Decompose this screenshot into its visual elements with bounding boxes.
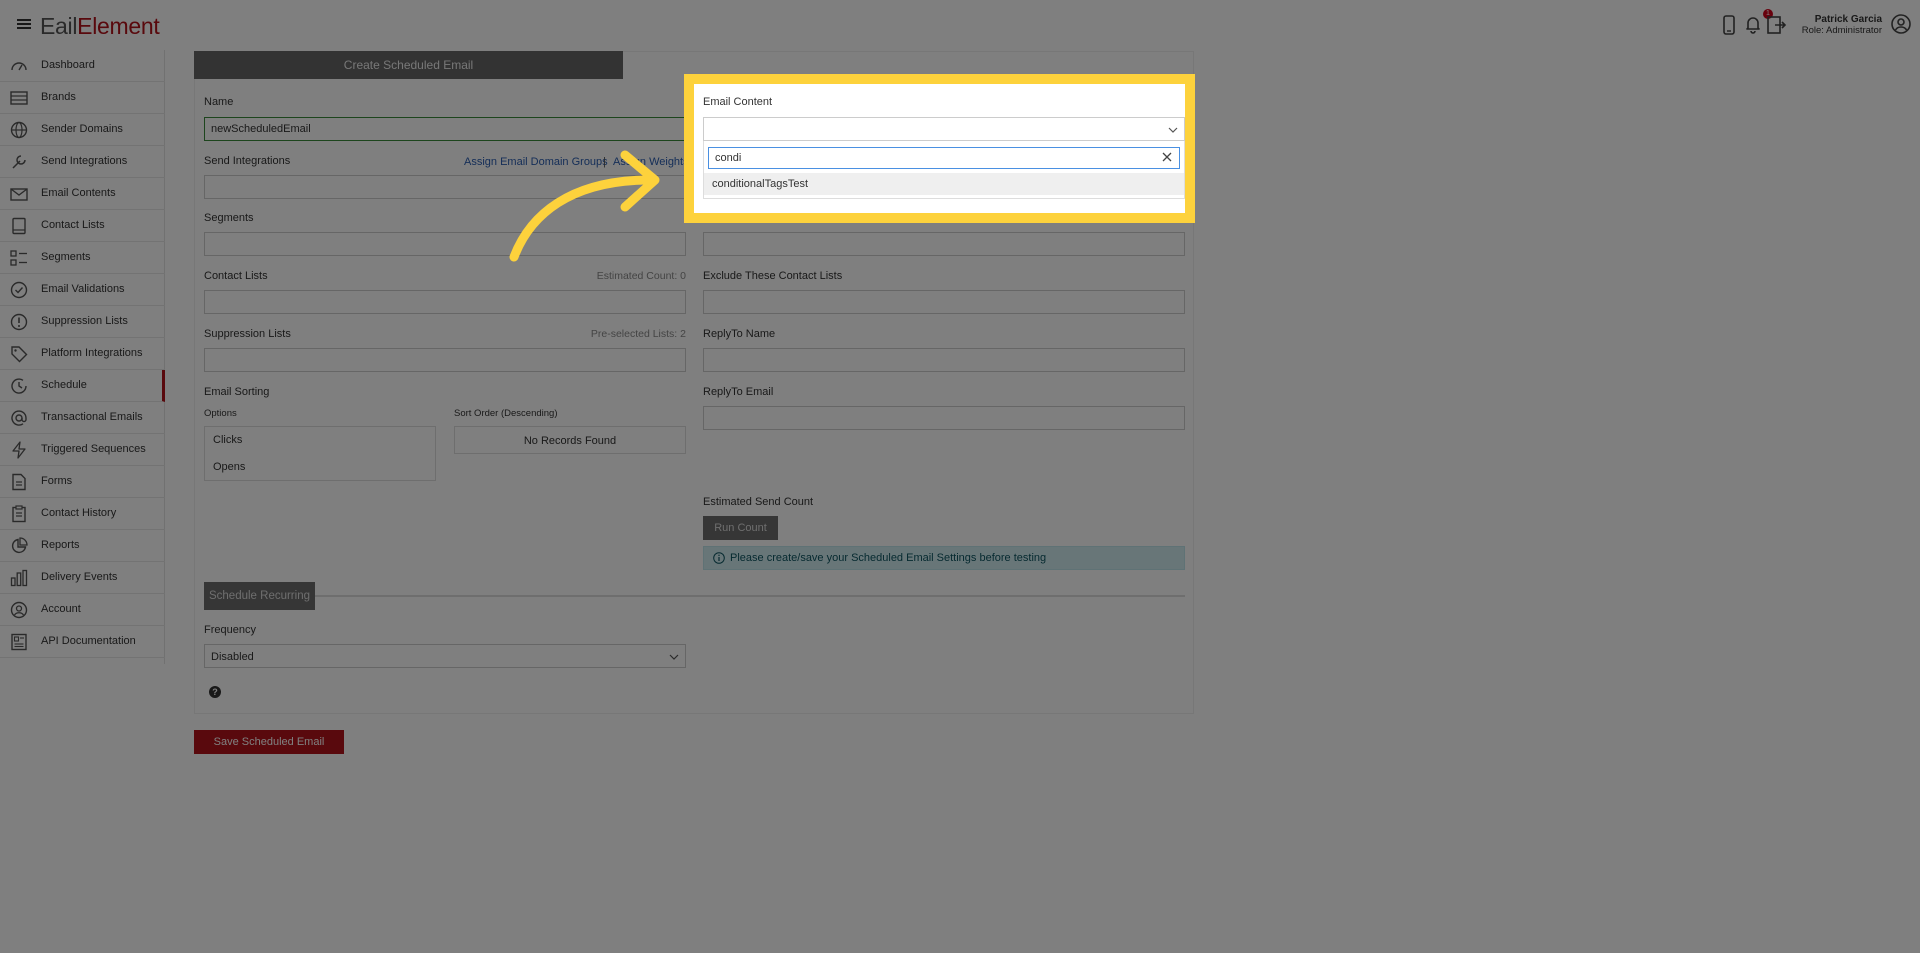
email-content-label: Email Content (703, 96, 773, 108)
email-content-dropdown: conditionalTagsTest (703, 141, 1185, 199)
dropdown-option-label: conditionalTagsTest (712, 178, 809, 190)
email-content-select[interactable] (703, 117, 1185, 141)
dropdown-option[interactable]: conditionalTagsTest (704, 173, 1184, 195)
chevron-down-icon (1168, 125, 1178, 135)
guide-arrow-icon (500, 145, 675, 265)
email-content-popover: Email Content conditionalTagsTest (684, 74, 1195, 223)
email-content-search-input[interactable] (708, 147, 1180, 169)
clear-search-icon[interactable] (1162, 152, 1172, 162)
